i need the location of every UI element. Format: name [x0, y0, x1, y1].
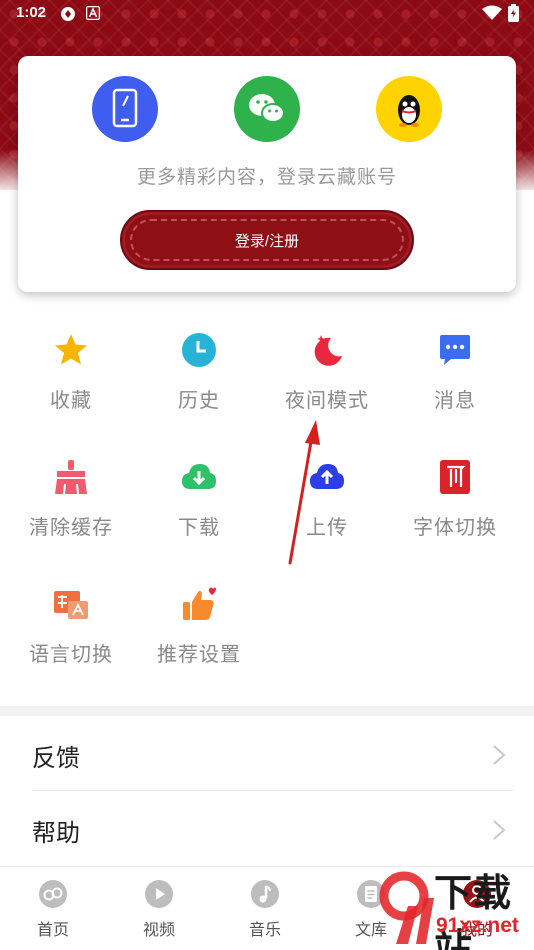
- message-icon: [440, 335, 470, 365]
- list-divider: [32, 790, 514, 791]
- font-icon: [440, 460, 470, 494]
- feature-label: 语言切换: [29, 642, 113, 666]
- watermark-domain: 91xz.net: [436, 914, 519, 937]
- nav-label: 视频: [142, 920, 175, 939]
- feature-label: 夜间模式: [285, 388, 369, 412]
- cloud-upload-icon: [310, 464, 344, 489]
- list-label: 反馈: [32, 744, 80, 772]
- list-item-feedback[interactable]: 反馈: [0, 718, 534, 792]
- video-icon: [145, 880, 173, 908]
- feature-language-switch[interactable]: 语言切换: [7, 586, 135, 696]
- login-tip: 更多精彩内容，登录云藏账号: [136, 166, 397, 188]
- feature-label: 下载: [178, 515, 220, 539]
- nav-label: 音乐: [248, 920, 281, 939]
- wechat-login-button[interactable]: [234, 76, 300, 142]
- language-icon: [54, 591, 88, 619]
- star-icon: [55, 334, 87, 365]
- qq-icon: [398, 95, 420, 127]
- nav-label: 首页: [36, 920, 69, 939]
- wifi-icon: [482, 5, 502, 20]
- login-card: 更多精彩内容，登录云藏账号 登录/注册: [18, 56, 516, 292]
- feature-download[interactable]: 下载: [135, 459, 263, 569]
- notification-a-icon: [86, 6, 100, 20]
- feature-font-switch[interactable]: 字体切换: [391, 459, 519, 569]
- clock-icon: [182, 333, 216, 367]
- sync-icon: [61, 7, 75, 21]
- wechat-icon: [249, 94, 285, 123]
- qq-login-button[interactable]: [376, 76, 442, 142]
- login-register-label: 登录/注册: [234, 232, 300, 250]
- nav-home[interactable]: 首页: [0, 867, 106, 950]
- feature-clear-cache[interactable]: 清除缓存: [7, 459, 135, 569]
- nav-video[interactable]: 视频: [106, 867, 212, 950]
- login-register-button[interactable]: 登录/注册: [120, 210, 414, 270]
- feature-upload[interactable]: 上传: [263, 459, 391, 569]
- phone-login-button[interactable]: [92, 76, 158, 142]
- thumbs-up-icon: [183, 587, 216, 620]
- watermark: 下载站 91xz.net: [378, 852, 534, 950]
- moon-icon: [314, 335, 342, 366]
- watermark-logo: [379, 871, 434, 944]
- feature-label: 收藏: [50, 388, 92, 412]
- feature-label: 字体切换: [413, 515, 497, 539]
- feature-favorites[interactable]: 收藏: [7, 332, 135, 442]
- nav-music[interactable]: 音乐: [212, 867, 318, 950]
- music-icon: [251, 880, 279, 908]
- cloud-download-icon: [182, 464, 216, 489]
- section-divider: [0, 706, 534, 716]
- feature-label: 推荐设置: [157, 642, 241, 666]
- feature-label: 上传: [306, 515, 348, 539]
- phone-icon: [112, 88, 138, 128]
- home-icon: [39, 880, 67, 908]
- chevron-right-icon: [493, 820, 506, 840]
- feature-label: 清除缓存: [29, 515, 113, 539]
- list-label: 帮助: [32, 819, 80, 847]
- feature-label: 历史: [178, 388, 220, 412]
- feature-night-mode[interactable]: 夜间模式: [263, 332, 391, 442]
- chevron-right-icon: [493, 745, 506, 765]
- status-bar: 1:02: [0, 0, 534, 28]
- battery-icon: [508, 4, 519, 22]
- status-time: 1:02: [16, 4, 47, 21]
- feature-label: 消息: [434, 388, 476, 412]
- broom-icon: [55, 460, 87, 495]
- feature-messages[interactable]: 消息: [391, 332, 519, 442]
- feature-recommend-settings[interactable]: 推荐设置: [135, 586, 263, 696]
- feature-history[interactable]: 历史: [135, 332, 263, 442]
